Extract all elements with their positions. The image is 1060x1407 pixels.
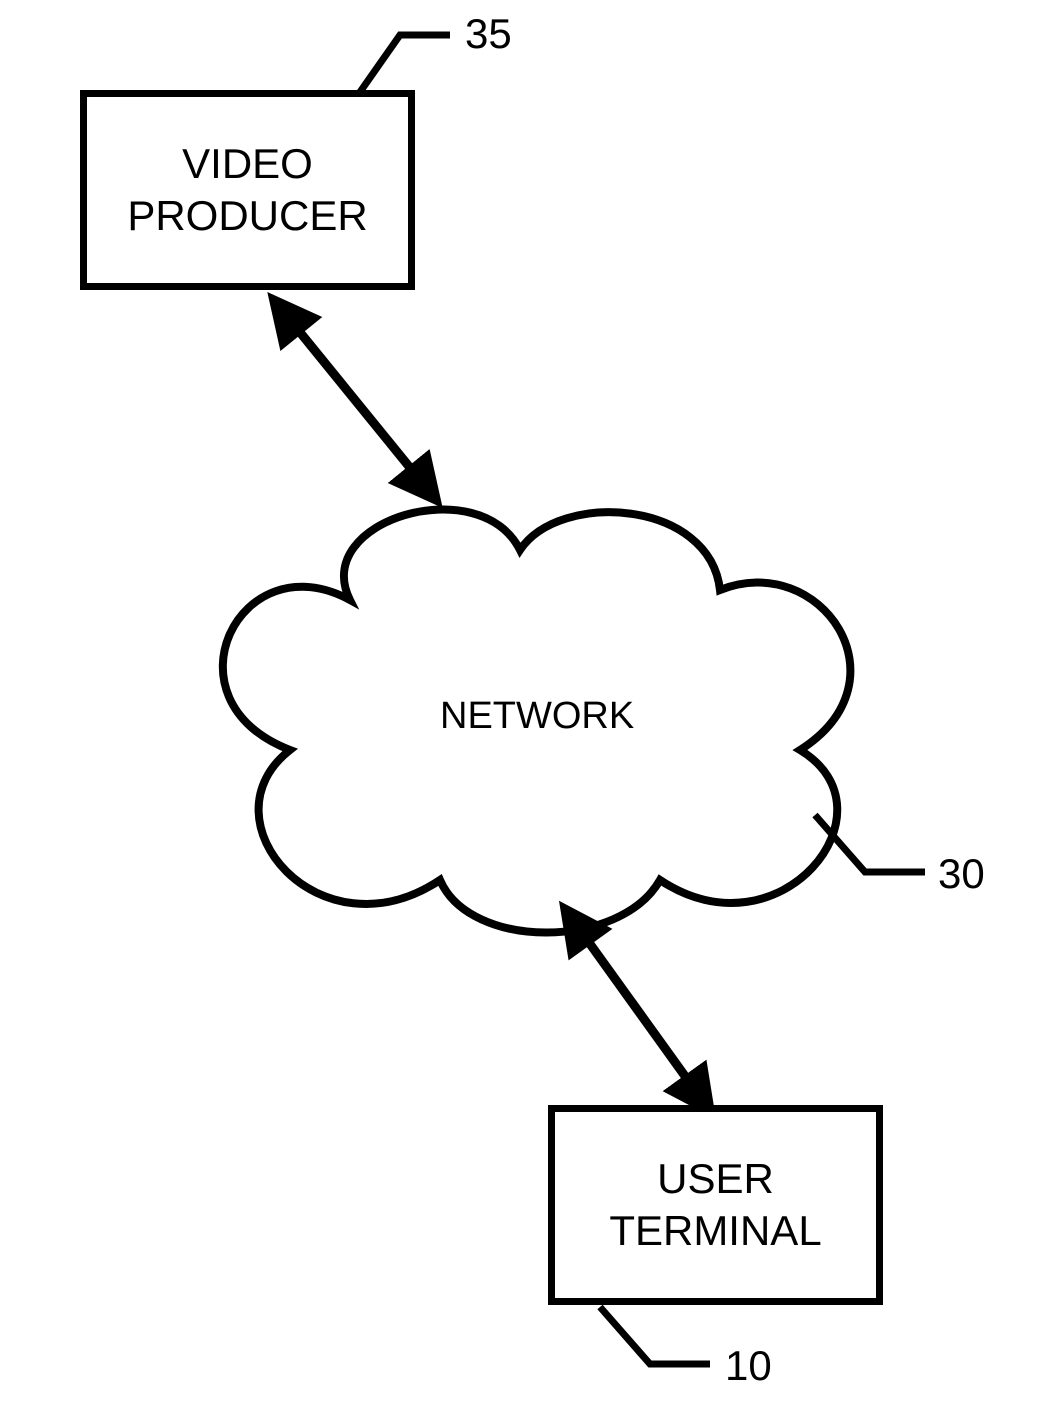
video-producer-box: VIDEO PRODUCER: [80, 90, 415, 290]
callout-35-line: [355, 30, 455, 100]
callout-10-label: 10: [725, 1342, 772, 1390]
user-terminal-label: USER TERMINAL: [609, 1153, 821, 1258]
callout-30-label: 30: [938, 850, 985, 898]
network-label: NETWORK: [440, 695, 634, 738]
video-producer-label: VIDEO PRODUCER: [127, 138, 367, 243]
callout-10-line: [595, 1302, 715, 1372]
callout-35-label: 35: [465, 10, 512, 58]
arrow-producer-network: [250, 290, 470, 510]
callout-30-line: [810, 810, 930, 880]
user-terminal-box: USER TERMINAL: [548, 1105, 883, 1305]
